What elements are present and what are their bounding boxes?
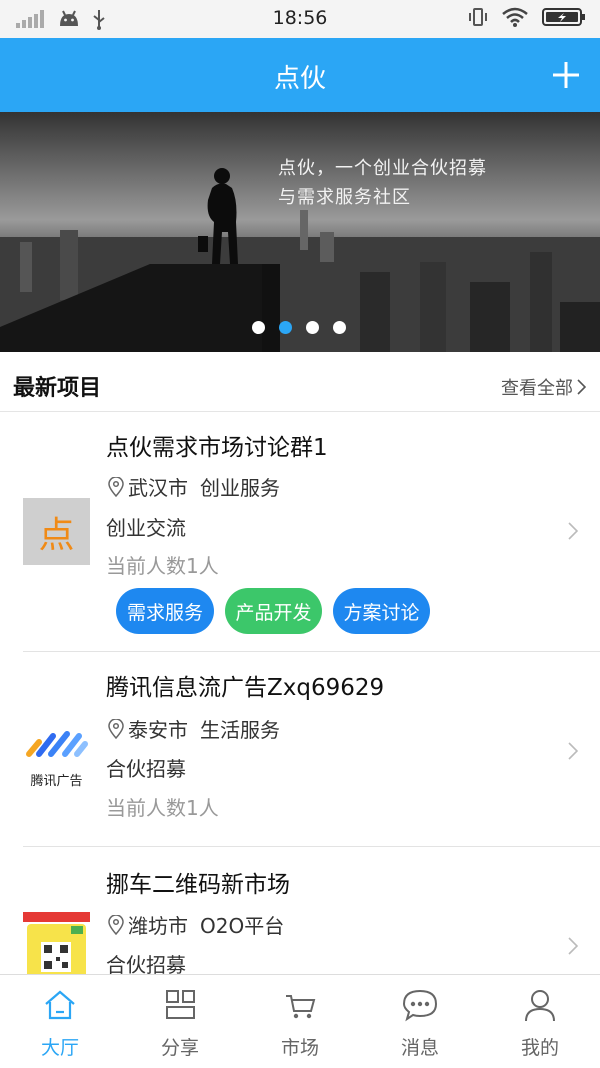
tab-label: 市场 — [280, 1037, 319, 1059]
project-title: 挪车二维码新市场 — [106, 872, 290, 898]
app-bar: 点伙 — [0, 38, 600, 112]
tag-product-dev[interactable]: 产品开发 — [225, 588, 322, 634]
carousel-dot[interactable] — [306, 321, 319, 334]
banner-slogan: 点伙，一个创业合伙招募 与需求服务社区 — [278, 154, 487, 212]
location-pin-icon — [108, 718, 124, 739]
project-item[interactable]: 挪车二维码新市场 潍坊市 O2O平台 合伙招募 — [0, 847, 600, 974]
carousel-dots — [252, 321, 346, 334]
project-type: 合伙招募 — [106, 953, 186, 974]
tab-hall[interactable]: 大厅 — [0, 975, 120, 1068]
project-city: 潍坊市 — [128, 914, 188, 938]
view-all-link[interactable]: 查看全部 — [501, 374, 586, 400]
tag-demand-service[interactable]: 需求服务 — [116, 588, 214, 634]
tab-messages[interactable]: 消息 — [360, 975, 480, 1068]
tab-label: 分享 — [160, 1037, 199, 1059]
battery-icon — [542, 8, 585, 26]
tab-label: 我的 — [520, 1037, 559, 1059]
carousel-dot-active[interactable] — [279, 321, 292, 334]
tab-market[interactable]: 市场 — [240, 975, 360, 1068]
status-right — [468, 7, 586, 27]
project-item[interactable]: 点伙需求市场讨论群1 武汉市 创业服务 创业交流 当前人数1人 点 需求服务 产… — [0, 412, 600, 652]
project-item[interactable]: 腾讯信息流广告Zxq69629 泰安市 生活服务 合伙招募 当前人数1人 腾讯广… — [0, 652, 600, 847]
project-city: 武汉市 — [128, 476, 188, 500]
project-title: 腾讯信息流广告Zxq69629 — [106, 675, 385, 701]
project-type: 创业交流 — [106, 516, 186, 540]
tencent-ads-logo — [26, 731, 88, 757]
tab-share[interactable]: 分享 — [120, 975, 240, 1068]
project-category: O2O平台 — [200, 914, 285, 938]
qr-sticker-image — [23, 912, 90, 974]
carousel-dot[interactable] — [333, 321, 346, 334]
project-location: 武汉市 创业服务 — [108, 472, 280, 501]
project-thumbnail — [23, 912, 90, 974]
project-city: 泰安市 — [128, 718, 188, 742]
chat-icon — [402, 989, 438, 1022]
vibrate-icon — [469, 8, 487, 26]
banner-image — [0, 112, 600, 352]
banner-carousel[interactable]: 点伙，一个创业合伙招募 与需求服务社区 — [0, 112, 600, 352]
project-list: 点伙需求市场讨论群1 武汉市 创业服务 创业交流 当前人数1人 点 需求服务 产… — [0, 412, 600, 974]
tab-mine[interactable]: 我的 — [480, 975, 600, 1068]
chevron-right-icon — [577, 379, 586, 395]
project-category: 生活服务 — [200, 718, 280, 742]
chevron-right-icon — [568, 937, 578, 955]
status-bar: 18:56 — [0, 0, 600, 38]
location-pin-icon — [108, 914, 124, 935]
user-icon — [525, 990, 555, 1022]
project-thumbnail: 腾讯广告 — [23, 718, 90, 789]
banner-line-2: 与需求服务社区 — [278, 187, 411, 208]
app-title: 点伙 — [273, 64, 326, 94]
project-location: 潍坊市 O2O平台 — [108, 910, 284, 939]
wifi-icon — [502, 7, 528, 27]
carousel-dot[interactable] — [252, 321, 265, 334]
tab-label: 消息 — [400, 1037, 439, 1059]
add-icon[interactable] — [550, 59, 582, 91]
latest-projects-header: 最新项目 查看全部 — [0, 352, 600, 412]
member-count: 当前人数1人 — [106, 554, 219, 578]
cart-icon — [286, 995, 316, 1019]
thumb-char: 点 — [38, 514, 75, 556]
thumb-caption: 腾讯广告 — [30, 774, 83, 789]
member-count: 当前人数1人 — [106, 796, 219, 820]
chevron-right-icon — [568, 742, 578, 760]
section-title: 最新项目 — [13, 376, 102, 401]
tab-label: 大厅 — [40, 1037, 79, 1059]
home-icon — [45, 990, 75, 1020]
project-thumbnail: 点 — [23, 498, 90, 565]
banner-line-1: 点伙，一个创业合伙招募 — [278, 158, 487, 179]
bottom-tab-bar: 大厅 分享 市场 消息 我的 — [0, 974, 600, 1067]
grid-icon — [166, 990, 195, 1019]
tag-plan-discussion[interactable]: 方案讨论 — [333, 588, 430, 634]
location-pin-icon — [108, 476, 124, 497]
project-category: 创业服务 — [200, 476, 280, 500]
project-location: 泰安市 生活服务 — [108, 714, 280, 743]
project-title: 点伙需求市场讨论群1 — [106, 435, 328, 461]
view-all-label: 查看全部 — [501, 378, 573, 399]
chevron-right-icon — [568, 522, 578, 540]
project-type: 合伙招募 — [106, 757, 186, 781]
